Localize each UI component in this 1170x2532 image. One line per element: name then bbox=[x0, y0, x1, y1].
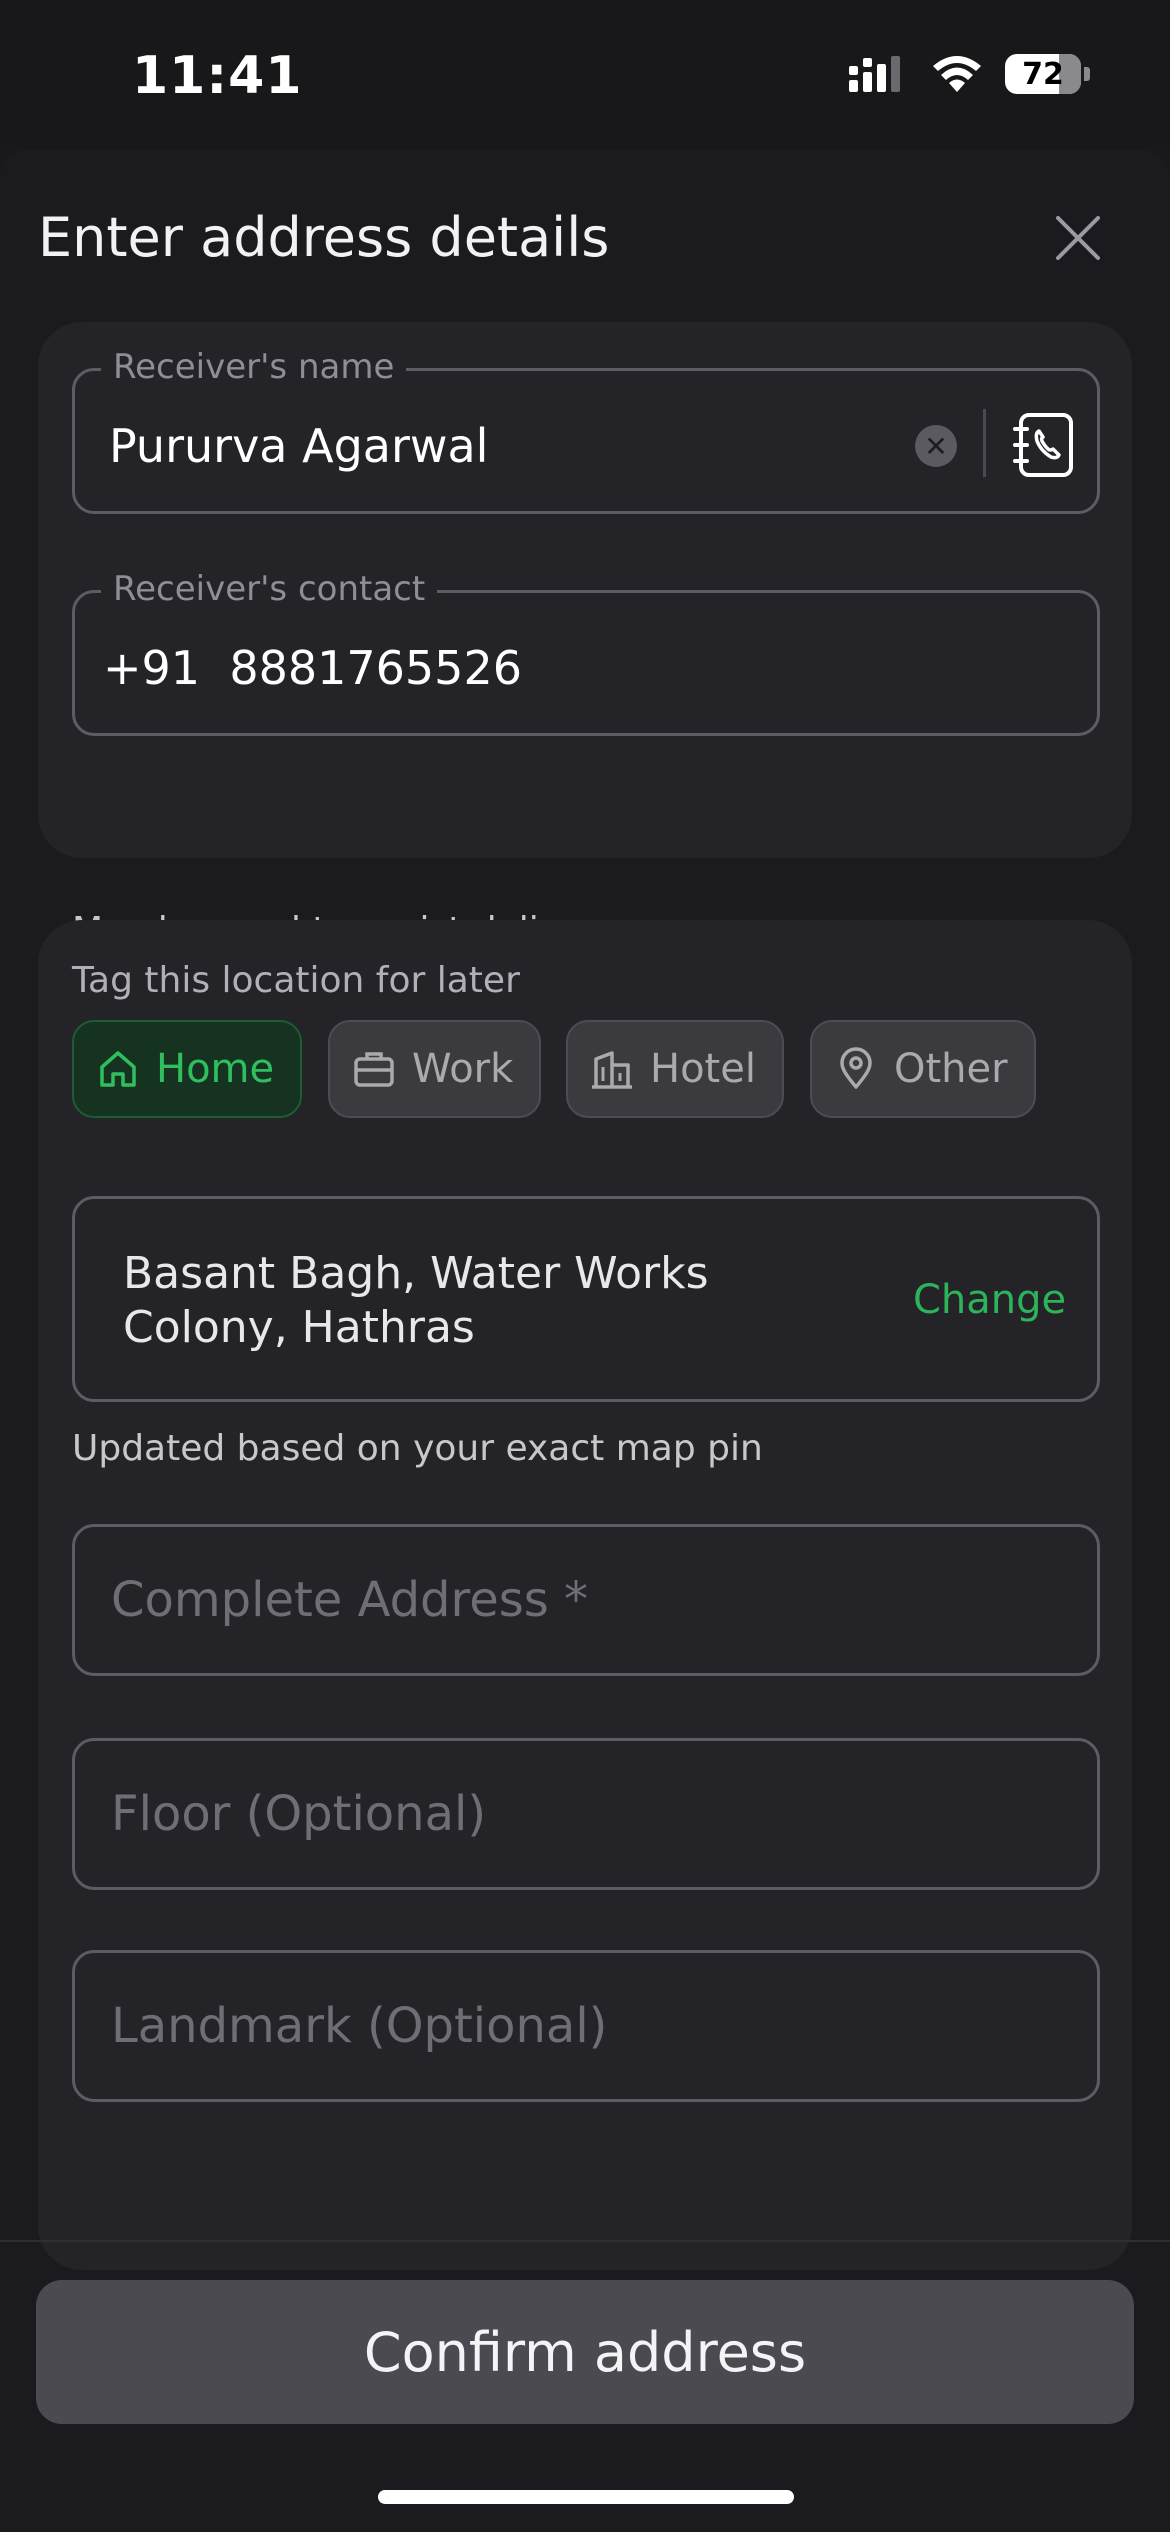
battery-indicator: 72 bbox=[1005, 54, 1090, 94]
address-details-sheet: Enter address details Receiver's name Pu… bbox=[0, 150, 1170, 2532]
close-icon[interactable] bbox=[1050, 210, 1106, 266]
complete-address-input[interactable] bbox=[75, 1527, 1097, 1673]
tag-chip-work[interactable]: Work bbox=[328, 1020, 542, 1118]
home-indicator bbox=[378, 2490, 794, 2504]
battery-level: 72 bbox=[1022, 56, 1064, 92]
receiver-card: Receiver's name Pururva Agarwal ✕ Receiv… bbox=[38, 322, 1132, 951]
tag-chip-label: Home bbox=[156, 1046, 275, 1092]
map-address-box: Basant Bagh, Water Works Colony, Hathras… bbox=[72, 1196, 1100, 1402]
field-divider bbox=[983, 409, 986, 477]
change-address-link[interactable]: Change bbox=[913, 1277, 1066, 1323]
wifi-icon bbox=[933, 56, 981, 92]
tag-chip-label: Hotel bbox=[650, 1046, 756, 1092]
battery-icon: 72 bbox=[1005, 54, 1081, 94]
tag-location-label: Tag this location for later bbox=[72, 960, 520, 1001]
tag-chip-other[interactable]: Other bbox=[810, 1020, 1036, 1118]
confirm-address-button[interactable]: Confirm address bbox=[36, 2280, 1134, 2424]
contacts-book-icon[interactable] bbox=[1013, 411, 1077, 479]
tag-chip-label: Work bbox=[412, 1046, 514, 1092]
floor-input[interactable] bbox=[75, 1741, 1097, 1887]
home-icon bbox=[100, 1051, 136, 1087]
receiver-name-label: Receiver's name bbox=[101, 345, 407, 389]
tag-chip-home[interactable]: Home bbox=[72, 1020, 303, 1118]
landmark-input[interactable] bbox=[75, 1953, 1097, 2099]
building-icon bbox=[592, 1051, 632, 1089]
location-card: Tag this location for later Home Work Ho… bbox=[38, 920, 1132, 2270]
receiver-contact-label: Receiver's contact bbox=[101, 567, 438, 611]
receiver-contact-field[interactable]: Receiver's contact +91 8881765526 bbox=[72, 567, 1100, 736]
tag-chip-hotel[interactable]: Hotel bbox=[566, 1020, 784, 1118]
clear-icon[interactable]: ✕ bbox=[915, 425, 957, 467]
briefcase-icon bbox=[354, 1052, 394, 1087]
status-time: 11:41 bbox=[132, 46, 303, 106]
map-address-text: Basant Bagh, Water Works Colony, Hathras bbox=[123, 1248, 709, 1353]
floor-field[interactable] bbox=[72, 1738, 1100, 1890]
complete-address-field[interactable] bbox=[72, 1524, 1100, 1676]
receiver-name-value: Pururva Agarwal bbox=[109, 419, 489, 473]
receiver-contact-value: +91 8881765526 bbox=[103, 641, 522, 695]
cellular-signal-icon bbox=[849, 56, 900, 92]
sheet-title: Enter address details bbox=[38, 206, 610, 269]
status-bar: 11:41 72 bbox=[0, 0, 1170, 150]
location-pin-icon bbox=[840, 1047, 872, 1089]
status-icons: 72 bbox=[849, 54, 1090, 94]
tag-chip-label: Other bbox=[894, 1046, 1008, 1092]
landmark-field[interactable] bbox=[72, 1950, 1100, 2102]
receiver-name-field[interactable]: Receiver's name Pururva Agarwal ✕ bbox=[72, 345, 1100, 514]
map-pin-helper-text: Updated based on your exact map pin bbox=[72, 1428, 763, 1469]
footer-divider bbox=[0, 2240, 1170, 2242]
